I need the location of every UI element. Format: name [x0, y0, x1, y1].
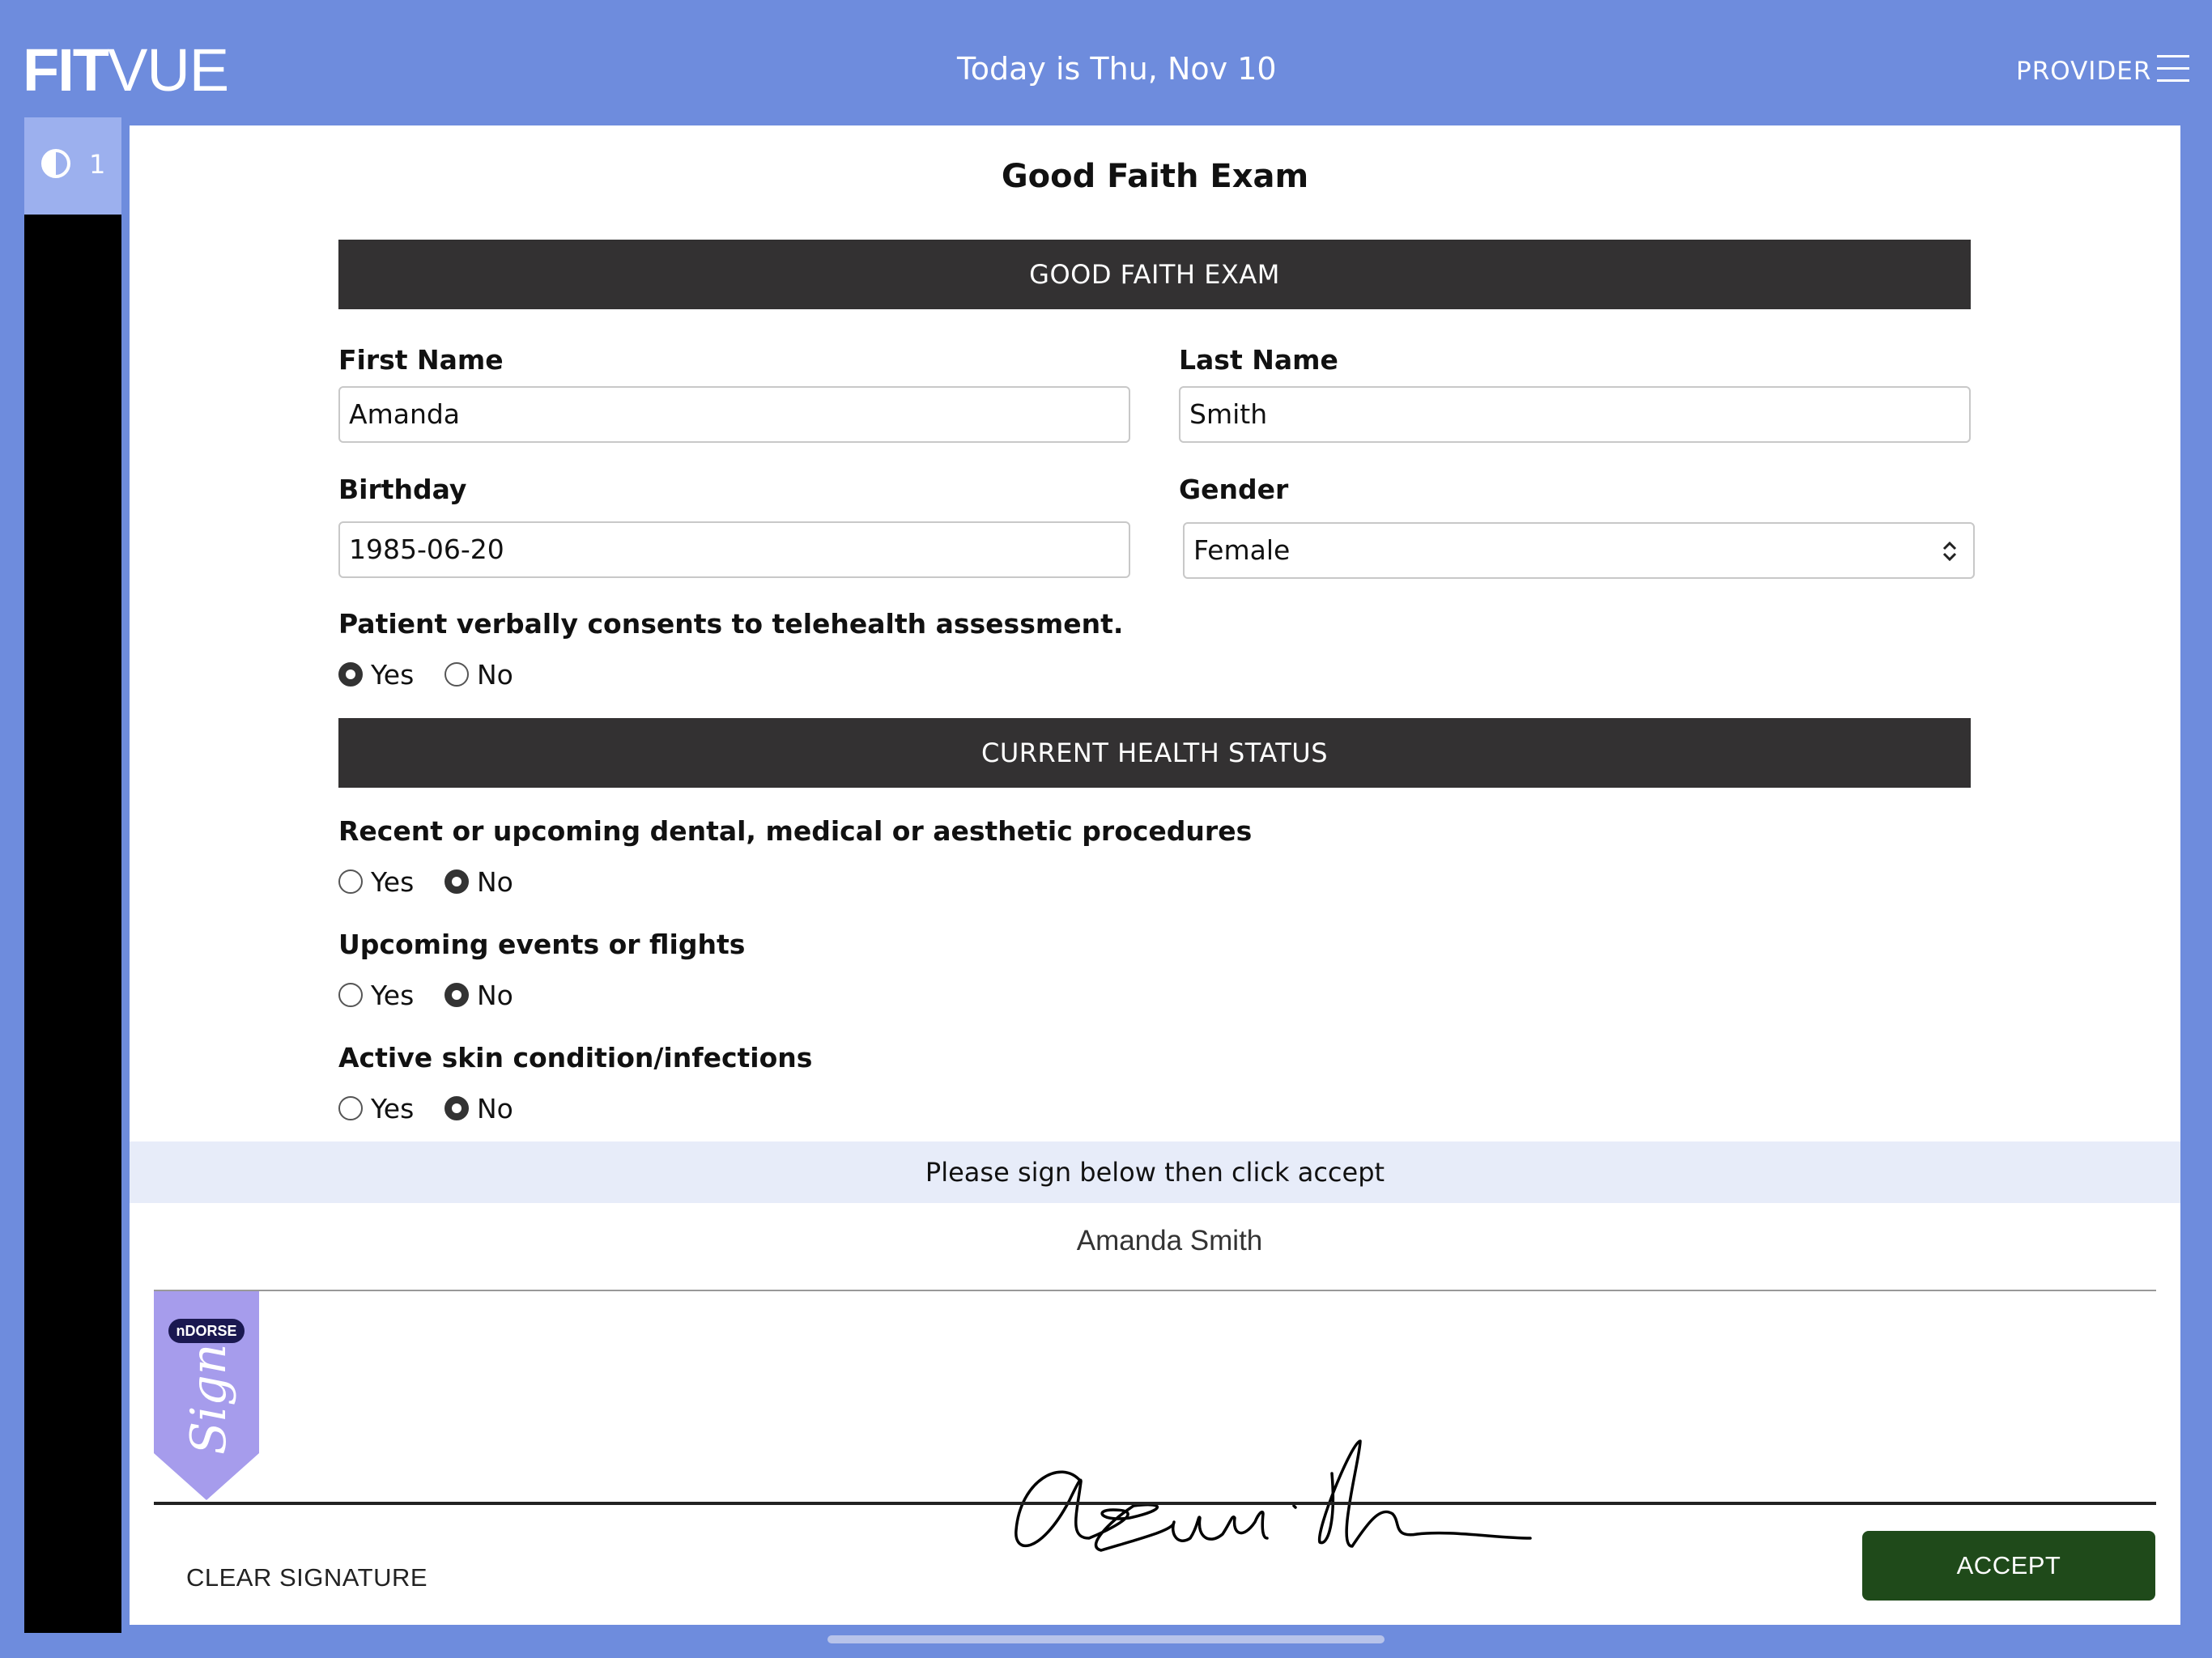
last-name-label: Last Name: [1179, 344, 1338, 376]
provider-menu-label[interactable]: PROVIDER: [2016, 55, 2151, 87]
ndorse-badge-text: nDORSE: [176, 1323, 236, 1339]
home-indicator[interactable]: [827, 1635, 1385, 1643]
consent-yes-label: Yes: [371, 659, 415, 691]
procedures-no-label: No: [477, 866, 513, 898]
events-question: Upcoming events or flights: [338, 929, 746, 960]
procedures-yes-label: Yes: [371, 866, 415, 898]
today-date: Today is Thu, Nov 10: [957, 51, 1277, 87]
signature-baseline: [154, 1502, 2156, 1505]
events-no-label: No: [477, 980, 513, 1011]
procedures-question: Recent or upcoming dental, medical or ae…: [338, 815, 1253, 847]
clear-signature-button[interactable]: CLEAR SIGNATURE: [186, 1563, 428, 1592]
sidebar-tab-count: 1: [89, 149, 106, 180]
hamburger-menu-icon[interactable]: [2157, 53, 2189, 84]
events-yes-radio[interactable]: [338, 983, 363, 1007]
skin-yes-label: Yes: [371, 1093, 415, 1124]
sidebar-tab-active[interactable]: [24, 117, 121, 215]
skin-yes-radio[interactable]: [338, 1096, 363, 1120]
birthday-field[interactable]: 1985-06-20: [338, 521, 1130, 578]
gender-select[interactable]: Female: [1183, 522, 1975, 579]
procedures-yes-radio[interactable]: [338, 869, 363, 894]
gender-label: Gender: [1179, 474, 1289, 505]
consent-question: Patient verbally consents to telehealth …: [338, 608, 1124, 640]
sidebar-panel: [24, 215, 121, 1633]
events-yes-label: Yes: [371, 980, 415, 1011]
sign-tab-text: Sign: [181, 1344, 237, 1455]
select-chevron-icon: [1942, 541, 1957, 562]
accept-button[interactable]: ACCEPT: [1862, 1531, 2155, 1601]
last-name-field[interactable]: Smith: [1179, 386, 1971, 443]
first-name-label: First Name: [338, 344, 504, 376]
skin-no-label: No: [477, 1093, 513, 1124]
page-title: Good Faith Exam: [1001, 158, 1309, 195]
consent-no-radio[interactable]: [445, 662, 469, 687]
skin-no-radio[interactable]: [445, 1096, 469, 1120]
consent-no-label: No: [477, 659, 513, 691]
signature-drawing[interactable]: [1012, 1425, 1660, 1571]
first-name-field[interactable]: Amanda: [338, 386, 1130, 443]
ndorse-sign-ribbon: nDORSE Sign: [154, 1291, 259, 1500]
fitvue-logo: FITVUE: [23, 36, 229, 104]
gender-select-value: Female: [1193, 534, 1291, 566]
section-header-current-health-status: CURRENT HEALTH STATUS: [338, 718, 1971, 788]
consent-yes-radio[interactable]: [338, 662, 363, 687]
section-header-good-faith-exam: GOOD FAITH EXAM: [338, 240, 1971, 309]
birthday-label: Birthday: [338, 474, 467, 505]
procedures-no-radio[interactable]: [445, 869, 469, 894]
skin-question: Active skin condition/infections: [338, 1042, 813, 1073]
form-panel: Good Faith Exam GOOD FAITH EXAM First Na…: [130, 125, 2180, 1625]
contrast-icon: [41, 149, 70, 178]
signer-name: Amanda Smith: [1076, 1225, 1263, 1256]
signature-top-line: [154, 1290, 2156, 1291]
sign-instruction: Please sign below then click accept: [130, 1141, 2180, 1203]
top-bar: FITVUE Today is Thu, Nov 10 PROVIDER: [0, 0, 2212, 117]
events-no-radio[interactable]: [445, 983, 469, 1007]
